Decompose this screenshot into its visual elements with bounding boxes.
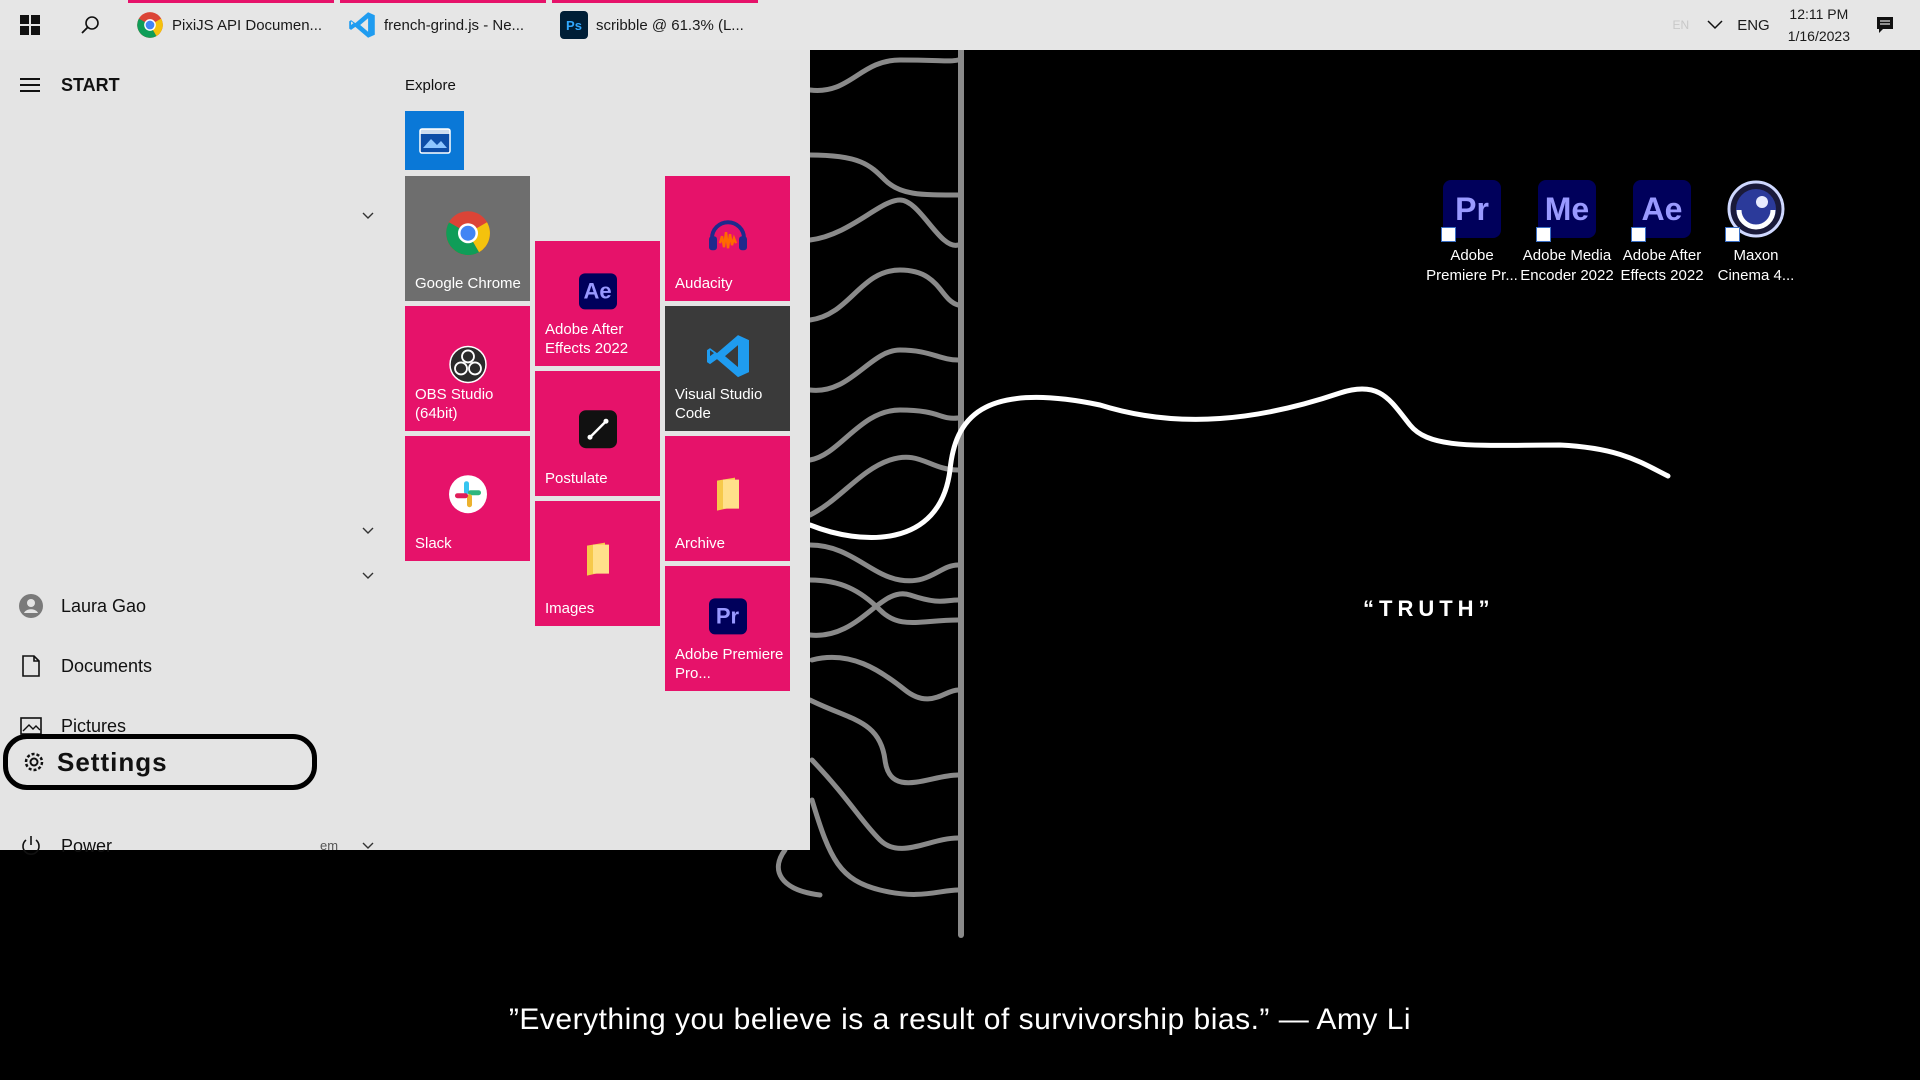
- system-tray: EN ENG 12:11 PM 1/16/2023: [1673, 0, 1920, 50]
- windows-logo-icon: [20, 15, 40, 35]
- power-label: Power: [61, 835, 113, 856]
- audacity-icon: [708, 219, 747, 250]
- shortcut-arrow-icon: [1631, 227, 1646, 242]
- taskbar-app-title: PixiJS API Documen...: [172, 16, 323, 34]
- media-encoder-icon: Me: [1536, 180, 1596, 242]
- desktop-icon-label: Adobe After: [1622, 247, 1702, 264]
- ime-indicator[interactable]: EN: [1673, 18, 1690, 32]
- start-button[interactable]: [0, 0, 60, 50]
- tile-label: Slack: [415, 535, 452, 552]
- search-icon: [81, 16, 99, 34]
- user-avatar-icon: [18, 593, 44, 619]
- premiere-icon: Pr: [1441, 180, 1501, 242]
- start-menu-left-pane: START Laura Gao Documents Pictures Setti…: [0, 50, 321, 856]
- shortcut-arrow-icon: [1536, 227, 1551, 242]
- clock-date: 1/16/2023: [1787, 28, 1850, 44]
- search-button[interactable]: [60, 0, 120, 50]
- after-effects-icon: Ae: [578, 272, 617, 309]
- tile-obs-studio[interactable]: OBS Studio (64bit): [405, 306, 530, 431]
- taskbar-app-chrome[interactable]: PixiJS API Documen...: [128, 0, 334, 50]
- desktop-icon-after-effects[interactable]: Ae Adobe After Effects 2022: [1615, 180, 1709, 286]
- desktop-icon-label: Encoder 2022: [1520, 267, 1614, 284]
- language-indicator[interactable]: ENG: [1737, 17, 1770, 34]
- quote-text: ”Everything you believe is a result of s…: [508, 1003, 1412, 1036]
- desktop-icon-media-encoder[interactable]: Me Adobe Media Encoder 2022: [1520, 180, 1614, 286]
- folder-icon: [716, 477, 739, 511]
- documents-item[interactable]: Documents: [0, 640, 321, 692]
- settings-label: Settings: [57, 746, 168, 777]
- tile-label: Google Chrome: [415, 275, 521, 292]
- tile-archive[interactable]: Archive: [665, 436, 790, 561]
- taskbar: PixiJS API Documen... french-grind.js - …: [0, 0, 1920, 50]
- user-account-item[interactable]: Laura Gao: [0, 580, 321, 632]
- notification-icon[interactable]: [1876, 16, 1894, 34]
- truncated-group-label: em: [320, 838, 339, 853]
- gear-icon: [21, 749, 47, 775]
- after-effects-icon: Ae: [1631, 180, 1691, 242]
- tile-slack[interactable]: Slack: [405, 436, 530, 561]
- tile-google-chrome[interactable]: Google Chrome: [405, 176, 530, 301]
- tile-label: Visual Studio Code: [675, 386, 763, 422]
- start-title: START: [61, 75, 120, 95]
- shortcut-arrow-icon: [1725, 227, 1740, 242]
- documents-label: Documents: [61, 655, 153, 676]
- tile-photos[interactable]: [405, 111, 464, 170]
- tile-images[interactable]: Images: [535, 501, 660, 626]
- tile-after-effects[interactable]: Ae Adobe After Effects 2022: [535, 241, 660, 366]
- taskbar-app-title: french-grind.js - Ne...: [384, 16, 525, 34]
- tile-postulate[interactable]: Postulate: [535, 371, 660, 496]
- hamburger-menu-icon[interactable]: [20, 78, 40, 92]
- photoshop-icon: Ps: [560, 11, 588, 39]
- desktop-icon-label: Premiere Pr...: [1426, 267, 1518, 284]
- tile-visual-studio-code[interactable]: Visual Studio Code: [665, 306, 790, 431]
- folder-icon: [586, 542, 609, 576]
- svg-text:Ps: Ps: [566, 18, 582, 33]
- vscode-icon: [706, 334, 749, 377]
- clock-time: 12:11 PM: [1789, 6, 1849, 22]
- tile-label: Archive: [675, 535, 726, 552]
- tile-label: Postulate: [545, 470, 608, 487]
- tile-label: Adobe Premiere Pro...: [675, 646, 784, 682]
- tile-label: Audacity: [675, 275, 733, 292]
- vscode-icon: [349, 12, 375, 38]
- chevron-down-icon[interactable]: [362, 527, 374, 535]
- chrome-icon: [445, 210, 490, 255]
- desktop-icon-label: Cinema 4...: [1717, 267, 1795, 284]
- tile-audacity[interactable]: Audacity: [665, 176, 790, 301]
- obs-icon: [448, 345, 487, 383]
- desktop-icon-cinema4d[interactable]: Maxon Cinema 4...: [1709, 180, 1803, 286]
- clock[interactable]: 12:11 PM 1/16/2023: [1788, 3, 1850, 47]
- taskbar-app-title: scribble @ 61.3% (L...: [596, 16, 744, 34]
- desktop-icon-label: Adobe Media: [1522, 247, 1612, 264]
- desktop-icon-premiere[interactable]: Pr Adobe Premiere Pr...: [1425, 180, 1519, 286]
- desktop-icon-label: Effects 2022: [1620, 267, 1704, 284]
- desktop-icon-label: Adobe: [1450, 247, 1494, 264]
- postulate-icon: [578, 409, 617, 448]
- power-item[interactable]: Power: [0, 820, 321, 872]
- premiere-icon: Pr: [708, 597, 747, 634]
- cinema4d-icon: [1725, 180, 1785, 242]
- document-icon: [18, 653, 44, 679]
- power-icon: [18, 833, 44, 859]
- user-name: Laura Gao: [61, 595, 147, 616]
- taskbar-app-vscode[interactable]: french-grind.js - Ne...: [340, 0, 546, 50]
- tile-label: OBS Studio (64bit): [415, 386, 494, 422]
- tile-group-label: Explore: [405, 77, 456, 94]
- chevron-down-icon[interactable]: [1707, 20, 1723, 30]
- chevron-down-icon[interactable]: [362, 572, 374, 580]
- settings-item[interactable]: Settings: [3, 734, 317, 790]
- taskbar-app-photoshop[interactable]: Ps scribble @ 61.3% (L...: [552, 0, 758, 50]
- tile-premiere-pro[interactable]: Pr Adobe Premiere Pro...: [665, 566, 790, 691]
- chevron-down-icon[interactable]: [362, 212, 374, 220]
- slack-icon: [448, 474, 487, 513]
- shortcut-arrow-icon: [1441, 227, 1456, 242]
- chrome-icon: [137, 12, 163, 38]
- desktop-icon-label: Maxon: [1733, 247, 1779, 264]
- chevron-down-icon[interactable]: [362, 842, 374, 850]
- movies-icon: [419, 128, 451, 154]
- tile-label: Adobe After Effects 2022: [545, 321, 629, 357]
- tile-label: Images: [545, 600, 595, 617]
- truth-text: “TRUTH”: [1363, 596, 1495, 621]
